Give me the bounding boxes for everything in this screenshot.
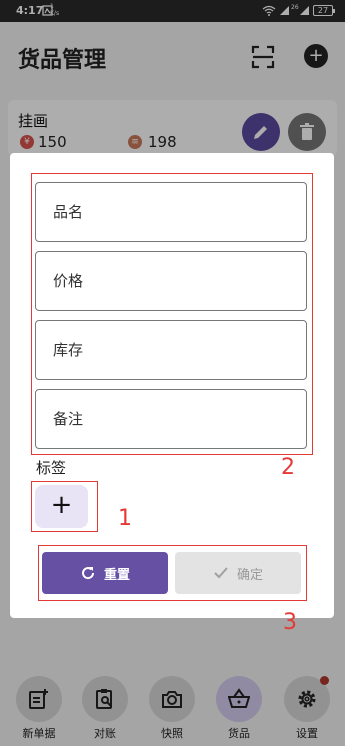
- annotation-box-add-tag: [31, 481, 98, 532]
- annotation-number-1: 1: [118, 506, 132, 531]
- annotation-box-buttons: [38, 545, 307, 601]
- tags-label: 标签: [36, 459, 67, 477]
- annotation-number-3: 3: [283, 610, 297, 635]
- annotation-box-fields: [31, 173, 313, 455]
- annotation-number-2: 2: [281, 455, 295, 480]
